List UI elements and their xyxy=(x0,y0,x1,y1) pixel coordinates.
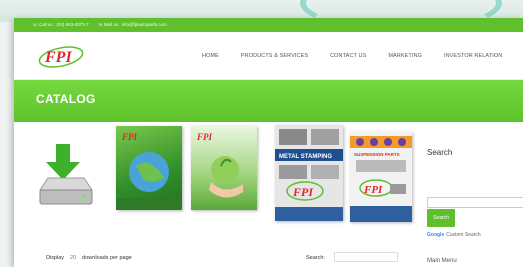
header-nav-row: FPI HOME PRODUCTS & SERVICES CONTACT US … xyxy=(14,32,523,80)
main-menu-heading: Main Menu xyxy=(427,258,457,264)
hands-plant-image: FPI xyxy=(196,132,243,198)
catalog-suspension-cover[interactable]: SUSPENSION PARTS FPI xyxy=(350,132,412,222)
logo-text: FPI xyxy=(44,49,72,66)
display-label: Display xyxy=(46,255,65,261)
download-drive-icon[interactable] xyxy=(36,142,94,212)
per-page-select[interactable]: 20 xyxy=(70,255,76,261)
search-input[interactable] xyxy=(427,197,523,208)
nav-home[interactable]: HOME xyxy=(202,53,219,59)
svg-text:METAL STAMPING: METAL STAMPING xyxy=(279,154,332,160)
main-nav: HOME PRODUCTS & SERVICES CONTACT US MARK… xyxy=(202,32,523,79)
list-search-input[interactable] xyxy=(334,252,398,262)
svg-text:FPI: FPI xyxy=(363,184,383,196)
nav-products-services[interactable]: PRODUCTS & SERVICES xyxy=(241,53,308,59)
list-search-label: Search: xyxy=(306,255,325,261)
google-sub-label: Custom Search xyxy=(446,232,481,238)
google-custom-search: Google Custom Search xyxy=(427,232,481,238)
search-button[interactable]: Search xyxy=(427,209,455,227)
svg-text:FPI: FPI xyxy=(121,132,138,142)
search-heading: Search xyxy=(427,148,453,157)
svg-text:FPI: FPI xyxy=(292,185,314,199)
display-per-page: Display 20 downloads per page xyxy=(46,255,132,261)
catalog-banner: CATALOG xyxy=(14,80,523,122)
catalog-globe-cover[interactable]: FPI xyxy=(116,126,182,210)
nav-investor-relation[interactable]: INVESTOR RELATION xyxy=(444,53,502,59)
google-label: Google xyxy=(427,232,445,238)
page-title: CATALOG xyxy=(36,92,96,106)
svg-text:SUSPENSION PARTS: SUSPENSION PARTS xyxy=(354,152,400,157)
metal-stamping-image: METAL STAMPING FPI xyxy=(275,125,343,221)
catalog-hands-cover[interactable]: FPI xyxy=(191,126,257,210)
catalog-metal-stamping-cover[interactable]: METAL STAMPING FPI xyxy=(275,125,343,221)
contact-info-bar: ☏ Call us : (02) 953-8373-7 ✉ Mail us : … xyxy=(14,18,523,32)
nav-marketing[interactable]: MARKETING xyxy=(388,53,422,59)
website-page: ☏ Call us : (02) 953-8373-7 ✉ Mail us : … xyxy=(14,18,523,267)
svg-text:FPI: FPI xyxy=(196,132,213,142)
nav-contact-us[interactable]: CONTACT US xyxy=(330,53,366,59)
per-page-label: downloads per page xyxy=(82,255,132,261)
suspension-parts-image: SUSPENSION PARTS FPI xyxy=(350,132,412,222)
globe-image: FPI xyxy=(116,132,182,210)
phone-info: ☏ Call us : (02) 953-8373-7 xyxy=(32,22,89,27)
email-info[interactable]: ✉ Mail us : info@fpiautoparts.com xyxy=(99,22,167,28)
fpi-logo[interactable]: FPI xyxy=(36,42,86,70)
